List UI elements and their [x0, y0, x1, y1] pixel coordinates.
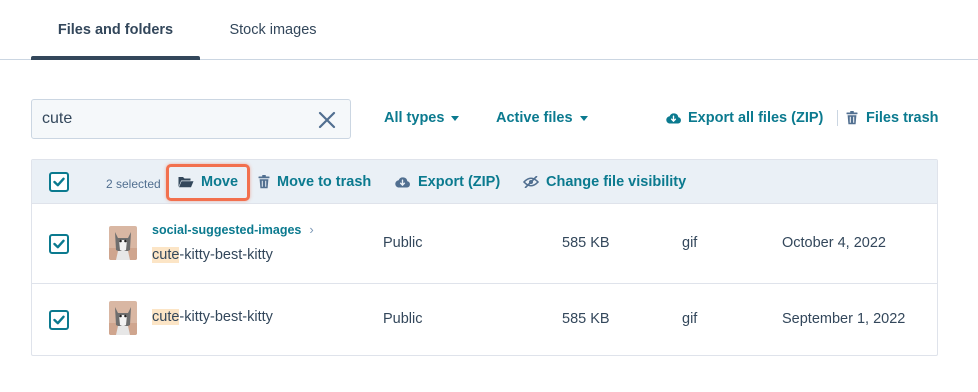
- type-cell: gif: [682, 235, 698, 251]
- status-filter-label: Active files: [496, 110, 573, 126]
- table-row[interactable]: social-suggested-images › cute-kitty-bes…: [32, 204, 937, 284]
- divider: [837, 110, 838, 126]
- date-cell: September 1, 2022: [782, 311, 906, 327]
- change-visibility-button[interactable]: Change file visibility: [523, 174, 686, 190]
- tab-bar: Files and folders Stock images: [0, 0, 978, 60]
- folder-name: social-suggested-images: [152, 222, 302, 237]
- caret-down-icon: [451, 116, 460, 121]
- trash-icon: [846, 111, 858, 125]
- checkmark-icon: [53, 239, 65, 249]
- chevron-right-icon: ›: [309, 222, 314, 237]
- export-zip-button[interactable]: Export (ZIP): [394, 174, 500, 190]
- type-filter-dropdown[interactable]: All types: [384, 110, 460, 126]
- search-match: cute: [152, 309, 180, 325]
- folder-path-link[interactable]: social-suggested-images ›: [152, 222, 314, 237]
- close-icon[interactable]: [318, 111, 336, 129]
- move-label: Move: [201, 174, 239, 190]
- selected-count: 2 selected: [106, 177, 161, 191]
- files-table: 2 selected Move Move to trash Export (ZI…: [31, 159, 938, 356]
- bulk-actions-header: 2 selected Move Move to trash Export (ZI…: [32, 160, 937, 204]
- status-filter-dropdown[interactable]: Active files: [496, 110, 588, 126]
- type-cell: gif: [682, 311, 698, 327]
- file-name[interactable]: cute-kitty-best-kitty: [152, 309, 273, 325]
- visibility-cell: Public: [383, 235, 423, 251]
- date-cell: October 4, 2022: [782, 235, 886, 251]
- search-match: cute: [152, 247, 180, 263]
- checkmark-icon: [53, 177, 65, 187]
- size-cell: 585 KB: [562, 311, 610, 327]
- cloud-download-icon: [395, 177, 410, 188]
- export-zip-label: Export (ZIP): [418, 174, 501, 190]
- checkmark-icon: [53, 315, 65, 325]
- size-cell: 585 KB: [562, 235, 610, 251]
- file-thumbnail: [109, 226, 137, 260]
- move-to-trash-button[interactable]: Move to trash: [258, 174, 371, 190]
- move-to-trash-label: Move to trash: [277, 174, 372, 190]
- row-checkbox[interactable]: [49, 310, 69, 330]
- file-name-rest: -kitty-best-kitty: [179, 309, 273, 325]
- type-filter-label: All types: [384, 110, 445, 126]
- folder-open-icon: [178, 177, 194, 188]
- file-name-rest: -kitty-best-kitty: [179, 247, 273, 263]
- table-row[interactable]: cute-kitty-best-kitty Public 585 KB gif …: [32, 285, 937, 355]
- export-all-files-button[interactable]: Export all files (ZIP): [665, 110, 823, 126]
- eye-slash-icon: [523, 176, 539, 188]
- move-button[interactable]: Move: [178, 174, 238, 190]
- file-name[interactable]: cute-kitty-best-kitty: [152, 247, 273, 263]
- trash-icon: [258, 175, 270, 189]
- tab-stock-images[interactable]: Stock images: [206, 0, 340, 60]
- search-box: [31, 99, 351, 139]
- visibility-cell: Public: [383, 311, 423, 327]
- select-all-checkbox[interactable]: [49, 172, 69, 192]
- export-all-files-label: Export all files (ZIP): [688, 110, 824, 126]
- files-trash-button[interactable]: Files trash: [846, 110, 939, 126]
- change-visibility-label: Change file visibility: [546, 174, 687, 190]
- file-thumbnail: [109, 301, 137, 335]
- active-tab-indicator: [31, 56, 200, 60]
- caret-down-icon: [579, 116, 588, 121]
- row-checkbox[interactable]: [49, 234, 69, 254]
- cloud-download-icon: [666, 113, 681, 124]
- search-input[interactable]: [32, 100, 302, 138]
- tab-files-and-folders[interactable]: Files and folders: [31, 0, 200, 60]
- files-trash-label: Files trash: [866, 110, 939, 126]
